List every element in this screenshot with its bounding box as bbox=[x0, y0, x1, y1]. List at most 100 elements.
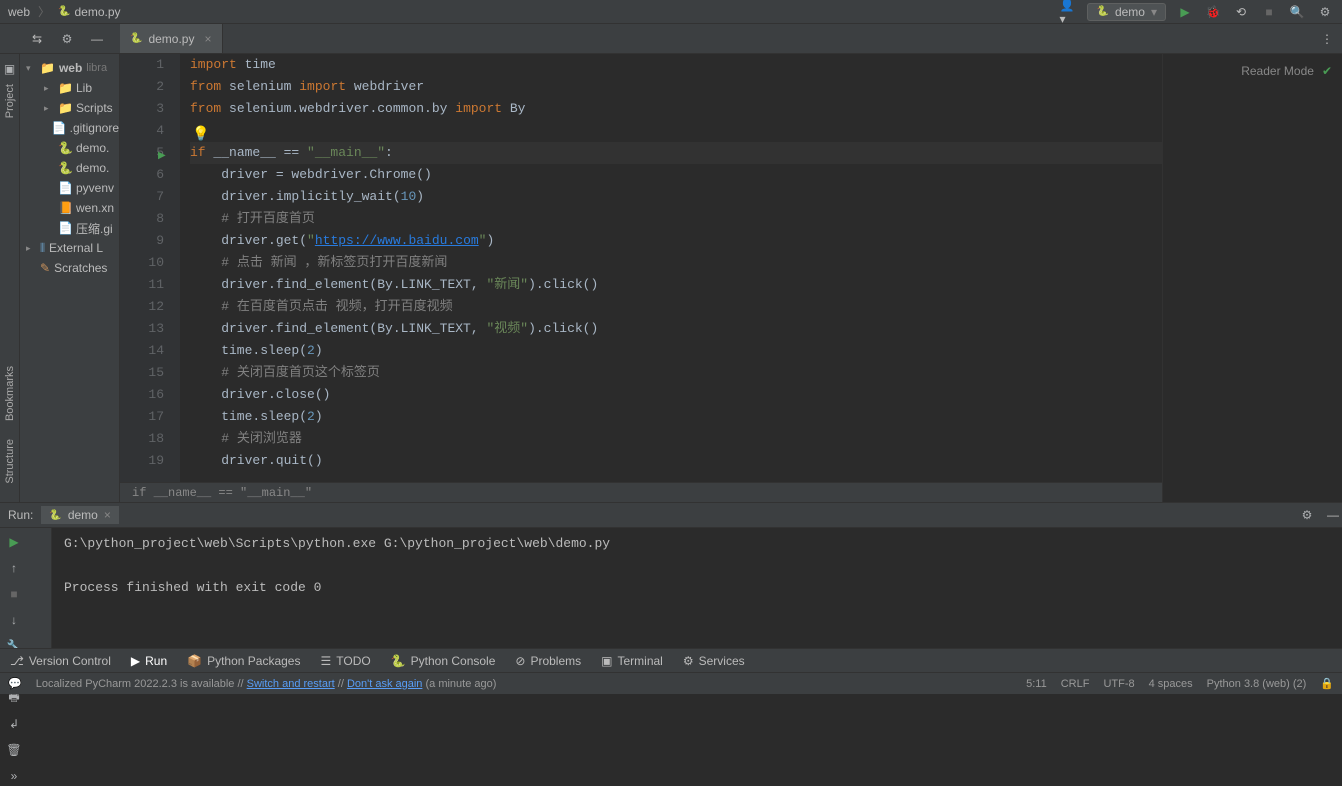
tree-item[interactable]: ▸ 📁 Scripts bbox=[20, 98, 119, 118]
expand-icon[interactable]: » bbox=[4, 766, 24, 786]
tree-item-label: Scripts bbox=[76, 101, 113, 115]
run-panel: ▶ ↑ ■ ↓ 🔧 ≡ 🖶 ↲ 🗑 » G:\python_project\we… bbox=[0, 528, 1342, 648]
terminal-icon: ▣ bbox=[601, 654, 612, 668]
run-button[interactable]: ▶ bbox=[1176, 3, 1194, 21]
arrow-icon: ▸ bbox=[44, 83, 54, 94]
select-opened-file-icon[interactable]: ⇆ bbox=[28, 30, 46, 48]
indent-setting[interactable]: 4 spaces bbox=[1149, 678, 1193, 690]
tree-item[interactable]: 📄 pyvenv bbox=[20, 178, 119, 198]
breadcrumb-file[interactable]: demo.py bbox=[74, 5, 120, 19]
tree-item[interactable]: ▸📁Lib bbox=[20, 78, 119, 98]
stop-button[interactable]: ■ bbox=[1260, 3, 1278, 21]
rail-structure[interactable]: Structure bbox=[4, 439, 16, 484]
run-output[interactable]: G:\python_project\web\Scripts\python.exe… bbox=[52, 528, 1342, 648]
tree-item[interactable]: 📄 压缩.gi bbox=[20, 218, 119, 238]
chevron-right-icon: 〉 bbox=[38, 3, 50, 20]
run-icon: ▶ bbox=[131, 654, 140, 668]
tree-external[interactable]: ▸ ⫴ External L bbox=[20, 238, 119, 258]
lock-icon[interactable]: 🔒 bbox=[1320, 677, 1334, 690]
rail-project[interactable]: Project bbox=[4, 84, 16, 118]
run-config-selector[interactable]: 🐍 demo ▾ bbox=[1087, 3, 1166, 21]
run-tab-label: demo bbox=[68, 508, 98, 522]
file-icon: 📙 bbox=[58, 201, 72, 215]
file-icon: 📁 bbox=[58, 101, 72, 115]
run-hide-icon[interactable]: — bbox=[1324, 506, 1342, 524]
tree-external-label: External L bbox=[49, 241, 103, 255]
tab-problems[interactable]: ⊘ Problems bbox=[515, 654, 581, 668]
tab-python-packages[interactable]: 📦 Python Packages bbox=[187, 654, 300, 668]
user-icon[interactable]: 👤▾ bbox=[1059, 3, 1077, 21]
editor-tab-demo[interactable]: 🐍 demo.py × bbox=[120, 24, 223, 53]
context-info-bar: if __name__ == "__main__" bbox=[120, 482, 1342, 502]
caret-position[interactable]: 5:11 bbox=[1026, 678, 1047, 690]
file-icon: 📄 bbox=[58, 181, 72, 195]
project-tree: ▾ 📁 web libra ▸📁Lib▸📁Scripts📄.gitignore🐍… bbox=[20, 54, 120, 502]
run-gutter-icon[interactable]: ▶ bbox=[158, 146, 166, 168]
file-icon: 🐍 bbox=[58, 161, 72, 175]
file-icon: 📁 bbox=[58, 81, 72, 95]
breadcrumb-root[interactable]: web bbox=[8, 5, 30, 19]
tree-scratches[interactable]: ✎ Scratches bbox=[20, 258, 119, 278]
tab-services[interactable]: ⚙ Services bbox=[683, 654, 745, 668]
gutter[interactable]: 12345▶678910111213141516171819 bbox=[120, 54, 180, 482]
project-settings-icon[interactable]: ⚙ bbox=[58, 30, 76, 48]
debug-button[interactable]: 🐞 bbox=[1204, 3, 1222, 21]
collapse-icon[interactable]: — bbox=[88, 30, 106, 48]
tree-item[interactable]: 🐍demo. bbox=[20, 138, 119, 158]
arrow-right-icon: ▸ bbox=[26, 243, 36, 254]
soft-wrap-icon[interactable]: ↲ bbox=[4, 714, 24, 734]
editor-pane: 12345▶678910111213141516171819 💡 import … bbox=[120, 54, 1342, 502]
editor-tab-label: demo.py bbox=[148, 32, 194, 46]
tab-run[interactable]: ▶ Run bbox=[131, 654, 167, 668]
close-tab-icon[interactable]: × bbox=[204, 32, 211, 46]
interpreter[interactable]: Python 3.8 (web) (2) bbox=[1207, 678, 1307, 690]
run-panel-title: Run: bbox=[8, 508, 33, 522]
breadcrumbs: web 〉 🐍 demo.py bbox=[8, 3, 121, 20]
scroll-down-icon[interactable]: ↓ bbox=[4, 610, 24, 630]
tree-item[interactable]: 🐍demo. bbox=[20, 158, 119, 178]
tree-item-label: demo. bbox=[76, 141, 109, 155]
secondary-toolbar: ⇆ ⚙ — 🐍 demo.py × ⋮ bbox=[0, 24, 1342, 54]
editor-tabs: 🐍 demo.py × bbox=[120, 24, 223, 53]
switch-restart-link[interactable]: Switch and restart bbox=[247, 678, 335, 690]
output-line: G:\python_project\web\Scripts\python.exe… bbox=[64, 536, 1330, 558]
tree-root[interactable]: ▾ 📁 web libra bbox=[20, 58, 119, 78]
dont-ask-link[interactable]: Don't ask again bbox=[347, 678, 422, 690]
status-message: Localized PyCharm 2022.2.3 is available … bbox=[36, 678, 1012, 690]
tree-root-path: libra bbox=[86, 62, 107, 74]
close-tab-icon[interactable]: × bbox=[104, 508, 111, 522]
run-settings-icon[interactable]: ⚙ bbox=[1298, 506, 1316, 524]
tab-python-console[interactable]: 🐍 Python Console bbox=[391, 654, 496, 668]
inspection-ok-icon[interactable]: ✔ bbox=[1322, 64, 1332, 78]
tree-item-label: 压缩.gi bbox=[76, 220, 113, 237]
services-icon: ⚙ bbox=[683, 654, 694, 668]
rerun-button[interactable]: ▶ bbox=[4, 532, 24, 552]
notification-icon[interactable]: 💬 bbox=[8, 677, 22, 690]
clear-output-icon[interactable]: 🗑 bbox=[4, 740, 24, 760]
scroll-up-icon[interactable]: ↑ bbox=[4, 558, 24, 578]
arrow-icon: ▸ bbox=[44, 103, 54, 114]
coverage-button[interactable]: ⟲ bbox=[1232, 3, 1250, 21]
stop-button[interactable]: ■ bbox=[4, 584, 24, 604]
encoding[interactable]: UTF-8 bbox=[1103, 678, 1134, 690]
search-icon[interactable]: 🔍 bbox=[1288, 3, 1306, 21]
tree-scratches-label: Scratches bbox=[54, 261, 107, 275]
settings-icon[interactable]: ⚙ bbox=[1316, 3, 1334, 21]
status-bar: 💬 Localized PyCharm 2022.2.3 is availabl… bbox=[0, 672, 1342, 694]
console-icon: 🐍 bbox=[391, 654, 406, 668]
tree-item-label: pyvenv bbox=[76, 181, 114, 195]
line-separator[interactable]: CRLF bbox=[1061, 678, 1090, 690]
project-tool-icon[interactable]: ▣ bbox=[4, 62, 15, 76]
run-tab-demo[interactable]: 🐍 demo × bbox=[41, 506, 119, 524]
tab-todo[interactable]: ☰ TODO bbox=[320, 654, 370, 668]
rail-bookmarks[interactable]: Bookmarks bbox=[4, 366, 16, 421]
reader-mode-label[interactable]: Reader Mode bbox=[1241, 64, 1314, 78]
tab-terminal[interactable]: ▣ Terminal bbox=[601, 654, 663, 668]
intention-bulb-icon[interactable]: 💡 bbox=[192, 124, 209, 146]
tree-item[interactable]: 📄.gitignore bbox=[20, 118, 119, 138]
tree-item[interactable]: 📙wen.xn bbox=[20, 198, 119, 218]
output-line bbox=[64, 602, 1330, 624]
file-icon: 📄 bbox=[58, 221, 72, 235]
editor-more-icon[interactable]: ⋮ bbox=[1318, 30, 1336, 48]
tab-version-control[interactable]: ⎇ Version Control bbox=[10, 654, 111, 668]
